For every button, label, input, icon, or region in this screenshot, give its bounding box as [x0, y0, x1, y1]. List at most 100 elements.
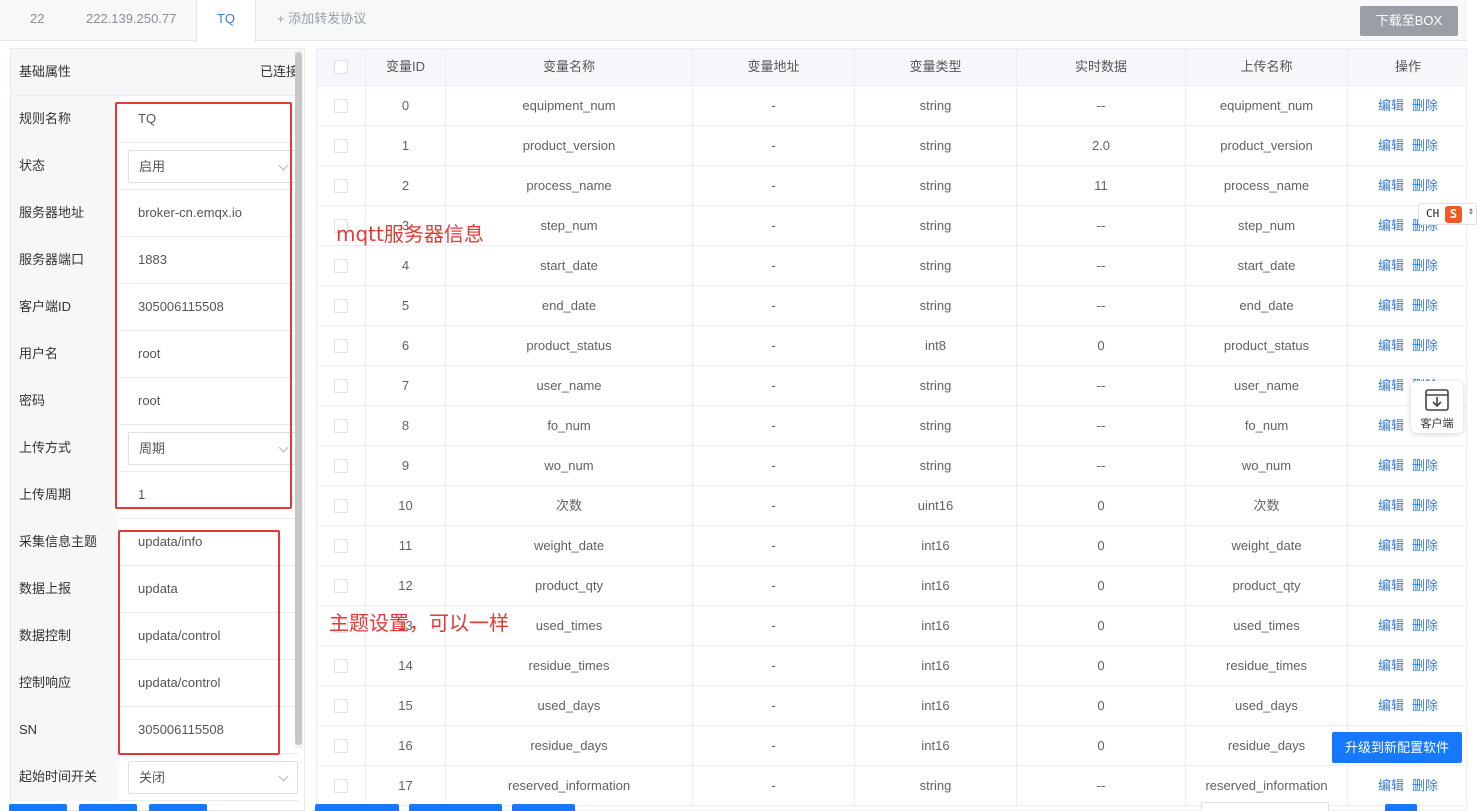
delete-link[interactable]: 删除: [1412, 698, 1438, 713]
edit-link[interactable]: 编辑: [1378, 338, 1404, 353]
property-select[interactable]: 启用: [128, 150, 298, 183]
edit-link[interactable]: 编辑: [1378, 618, 1404, 633]
ime-indicator[interactable]: CH S ⇕: [1418, 203, 1477, 225]
row-select-cell: [317, 486, 366, 525]
bottom-action-button-6[interactable]: [512, 804, 575, 811]
row-checkbox[interactable]: [334, 259, 348, 273]
bottom-action-button-5[interactable]: [409, 804, 502, 811]
variable-name-cell: user_name: [446, 366, 693, 405]
variable-id-cell: 16: [366, 726, 446, 765]
client-download-widget[interactable]: 客户端: [1411, 381, 1463, 433]
operation-cell: 编辑删除: [1348, 526, 1466, 565]
property-value-input[interactable]: 305006115508: [128, 707, 224, 753]
edit-link[interactable]: 编辑: [1378, 698, 1404, 713]
edit-link[interactable]: 编辑: [1378, 298, 1404, 313]
variable-address-cell: -: [693, 446, 855, 485]
download-to-box-button[interactable]: 下载至BOX: [1360, 6, 1458, 36]
delete-link[interactable]: 删除: [1412, 338, 1438, 353]
edit-link[interactable]: 编辑: [1378, 498, 1404, 513]
bottom-action-button-3[interactable]: [149, 804, 207, 811]
property-value-input[interactable]: 1883: [128, 237, 167, 283]
delete-link[interactable]: 删除: [1412, 538, 1438, 553]
row-checkbox[interactable]: [334, 339, 348, 353]
delete-link[interactable]: 删除: [1412, 298, 1438, 313]
row-checkbox[interactable]: [334, 539, 348, 553]
edit-link[interactable]: 编辑: [1378, 778, 1404, 793]
variable-type-cell: uint16: [855, 486, 1017, 525]
property-value-input[interactable]: updata: [128, 566, 178, 612]
upgrade-config-software-button[interactable]: 升级到新配置软件: [1332, 732, 1462, 763]
property-value-input[interactable]: root: [128, 331, 160, 377]
bottom-action-button-2[interactable]: [79, 804, 137, 811]
edit-link[interactable]: 编辑: [1378, 138, 1404, 153]
delete-link[interactable]: 删除: [1412, 138, 1438, 153]
variable-name-cell: product_version: [446, 126, 693, 165]
realtime-data-cell: 0: [1017, 566, 1186, 605]
delete-link[interactable]: 删除: [1412, 578, 1438, 593]
row-checkbox[interactable]: [334, 499, 348, 513]
edit-link[interactable]: 编辑: [1378, 258, 1404, 273]
pagination-current-page[interactable]: [1385, 804, 1417, 811]
row-checkbox[interactable]: [334, 179, 348, 193]
edit-link[interactable]: 编辑: [1378, 458, 1404, 473]
row-checkbox[interactable]: [334, 419, 348, 433]
variable-address-cell: -: [693, 246, 855, 285]
row-checkbox[interactable]: [334, 699, 348, 713]
delete-link[interactable]: 删除: [1412, 778, 1438, 793]
delete-link[interactable]: 删除: [1412, 458, 1438, 473]
edit-link[interactable]: 编辑: [1378, 418, 1404, 433]
header-variable-address: 变量地址: [693, 49, 855, 85]
bottom-action-button-1[interactable]: [9, 804, 67, 811]
property-value-input[interactable]: updata/info: [128, 519, 202, 565]
property-value-input[interactable]: 305006115508: [128, 284, 224, 330]
row-checkbox[interactable]: [334, 579, 348, 593]
property-value-input[interactable]: updata/control: [128, 613, 220, 659]
row-checkbox[interactable]: [334, 659, 348, 673]
edit-link[interactable]: 编辑: [1378, 578, 1404, 593]
edit-link[interactable]: 编辑: [1378, 378, 1404, 393]
property-value-input[interactable]: root: [128, 378, 160, 424]
delete-link[interactable]: 删除: [1412, 658, 1438, 673]
add-forward-protocol-tab[interactable]: + 添加转发协议: [277, 0, 366, 41]
property-value-input[interactable]: updata/control: [128, 660, 220, 706]
realtime-data-cell: 0: [1017, 526, 1186, 565]
property-select[interactable]: 周期: [128, 432, 298, 465]
delete-link[interactable]: 删除: [1412, 98, 1438, 113]
upload-name-cell: residue_times: [1186, 646, 1348, 685]
row-checkbox[interactable]: [334, 779, 348, 793]
edit-link[interactable]: 编辑: [1378, 658, 1404, 673]
realtime-data-cell: 0: [1017, 646, 1186, 685]
row-checkbox[interactable]: [334, 739, 348, 753]
delete-link[interactable]: 删除: [1412, 178, 1438, 193]
select-all-checkbox[interactable]: [334, 60, 348, 74]
edit-link[interactable]: 编辑: [1378, 178, 1404, 193]
property-value-input[interactable]: 1: [128, 472, 145, 518]
edit-link[interactable]: 编辑: [1378, 218, 1404, 233]
property-row: 上传方式 周期: [11, 425, 299, 472]
row-checkbox[interactable]: [334, 99, 348, 113]
delete-link[interactable]: 删除: [1412, 618, 1438, 633]
row-checkbox[interactable]: [334, 139, 348, 153]
row-checkbox[interactable]: [334, 459, 348, 473]
variable-type-cell: int16: [855, 686, 1017, 725]
edit-link[interactable]: 编辑: [1378, 98, 1404, 113]
table-row: 16residue_days-int160residue_days编辑删除: [317, 726, 1466, 766]
variable-type-cell: int16: [855, 566, 1017, 605]
delete-link[interactable]: 删除: [1412, 258, 1438, 273]
variable-name-cell: residue_days: [446, 726, 693, 765]
delete-link[interactable]: 删除: [1412, 498, 1438, 513]
property-select[interactable]: 关闭: [128, 761, 298, 794]
property-value-input[interactable]: broker-cn.emqx.io: [128, 190, 242, 236]
bottom-action-button-4[interactable]: [315, 804, 399, 811]
tab-tq[interactable]: TQ: [196, 0, 256, 42]
tab-22[interactable]: 22: [30, 0, 44, 41]
pagination-size-select[interactable]: [1201, 802, 1329, 811]
row-checkbox[interactable]: [334, 379, 348, 393]
tab-222-139-250-77[interactable]: 222.139.250.77: [86, 0, 176, 41]
property-row: 密码 root: [11, 378, 299, 425]
edit-link[interactable]: 编辑: [1378, 538, 1404, 553]
row-checkbox[interactable]: [334, 299, 348, 313]
property-value-input[interactable]: TQ: [128, 96, 156, 142]
variable-id-cell: 6: [366, 326, 446, 365]
property-panel-scrollbar-thumb[interactable]: [295, 52, 302, 745]
